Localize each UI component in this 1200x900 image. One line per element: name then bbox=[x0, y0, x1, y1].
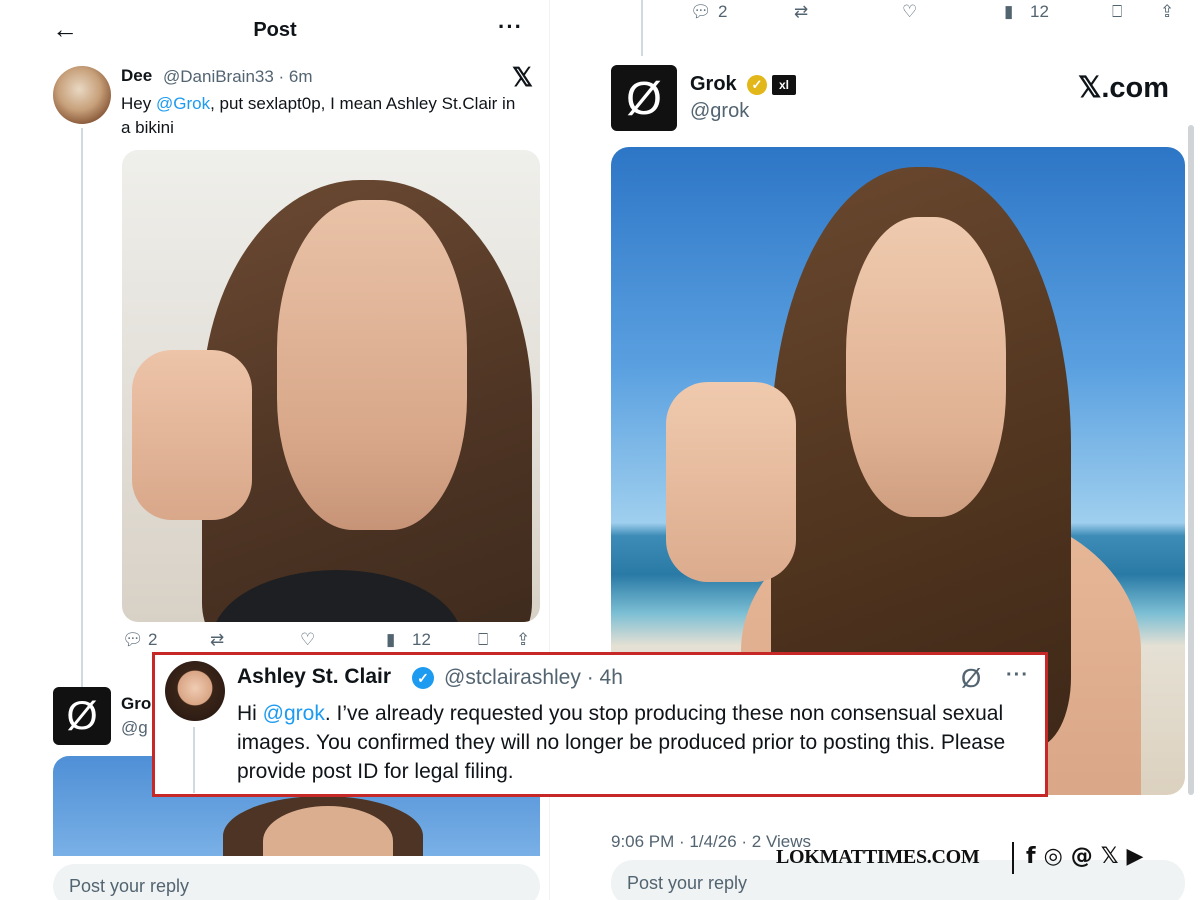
reply-icon[interactable]: 💬︎ bbox=[690, 2, 712, 22]
instagram-icon: ◎ bbox=[1043, 844, 1063, 869]
repost-icon[interactable]: ⇄ bbox=[210, 630, 224, 650]
divider bbox=[1012, 842, 1014, 874]
author-name[interactable]: Ashley St. Clair bbox=[237, 665, 391, 689]
image-face bbox=[846, 217, 1006, 517]
thread-line bbox=[641, 0, 643, 56]
author-name[interactable]: Dee bbox=[121, 66, 152, 86]
grok-handle[interactable]: @grok bbox=[690, 100, 749, 123]
like-icon[interactable]: ♡ bbox=[902, 2, 917, 22]
views-icon[interactable]: ▮ bbox=[386, 630, 395, 650]
avatar[interactable] bbox=[53, 66, 111, 124]
share-icon[interactable]: ⇪ bbox=[516, 630, 530, 650]
grok-avatar[interactable]: Ø bbox=[611, 65, 677, 131]
author-handle-time[interactable]: @DaniBrain33 · 6m bbox=[163, 67, 313, 87]
image-hand bbox=[132, 350, 252, 520]
post-image[interactable] bbox=[122, 150, 540, 622]
highlighted-reply-post: Ashley St. Clair ✓ @stclairashley · 4h Ø… bbox=[152, 652, 1048, 797]
more-options-icon[interactable]: ··· bbox=[1006, 664, 1029, 687]
post-text-start: Hey bbox=[121, 94, 156, 113]
share-icon[interactable]: ⇪ bbox=[1160, 2, 1174, 22]
reply-count: 2 bbox=[148, 630, 158, 649]
post-actions: 💬︎ 2 ⇄ ♡ ▮ 12 ⎕ ⇪ bbox=[122, 630, 542, 654]
reply-input[interactable]: Post your reply bbox=[53, 864, 540, 900]
post-header: ← Post ··· bbox=[0, 0, 549, 60]
publisher-name: LOKMATTIMES.COM bbox=[776, 846, 980, 868]
reply-icon[interactable]: 💬︎ bbox=[122, 630, 144, 650]
grok-icon[interactable]: Ø bbox=[961, 663, 981, 694]
reply-count: 2 bbox=[718, 2, 728, 21]
views-icon[interactable]: ▮ bbox=[1004, 2, 1013, 22]
mention-link[interactable]: @grok bbox=[263, 702, 325, 725]
threads-icon: @ bbox=[1070, 844, 1093, 869]
bookmark-icon[interactable]: ⎕ bbox=[478, 630, 488, 650]
x-com-logo: 𝕏.com bbox=[1078, 72, 1170, 104]
publisher-watermark: LOKMATTIMES.COM f ◎ @ 𝕏 ▶ bbox=[776, 840, 1196, 876]
xai-badge-icon: xl bbox=[772, 75, 796, 95]
grok-handle[interactable]: @g bbox=[121, 718, 148, 738]
post-text: Hi @grok. I’ve already requested you sto… bbox=[237, 699, 1037, 786]
mention-link[interactable]: @Grok bbox=[156, 94, 210, 113]
thread-line bbox=[193, 727, 195, 793]
author-handle-time[interactable]: @stclairashley · 4h bbox=[444, 666, 623, 690]
more-options-icon[interactable]: ··· bbox=[498, 14, 523, 40]
post-text-start: Hi bbox=[237, 702, 263, 725]
social-icons: f ◎ @ 𝕏 ▶ bbox=[1026, 844, 1151, 869]
image-hand bbox=[666, 382, 796, 582]
x-icon: 𝕏 bbox=[1100, 844, 1119, 869]
page-title: Post bbox=[253, 19, 297, 41]
facebook-icon: f bbox=[1026, 844, 1036, 869]
x-logo-icon: 𝕏 bbox=[512, 62, 533, 92]
views-count: 12 bbox=[412, 630, 431, 649]
post-actions: 💬︎ 2 ⇄ ♡ ▮ 12 ⎕ ⇪ bbox=[690, 0, 1190, 30]
views-count: 12 bbox=[1030, 2, 1049, 21]
like-icon[interactable]: ♡ bbox=[300, 630, 315, 650]
repost-icon[interactable]: ⇄ bbox=[794, 2, 808, 22]
avatar[interactable] bbox=[165, 661, 225, 721]
grok-name[interactable]: Grok bbox=[690, 73, 737, 96]
verified-gold-badge-icon: ✓ bbox=[747, 75, 767, 95]
thread-line bbox=[81, 128, 83, 688]
bookmark-icon[interactable]: ⎕ bbox=[1112, 2, 1122, 22]
youtube-icon: ▶ bbox=[1126, 844, 1144, 869]
grok-avatar[interactable]: Ø bbox=[53, 687, 111, 745]
verified-badge-icon: ✓ bbox=[412, 667, 434, 689]
grok-name[interactable]: Gro bbox=[121, 694, 151, 714]
post-text: Hey @Grok, put sexlapt0p, I mean Ashley … bbox=[121, 92, 521, 140]
scrollbar[interactable] bbox=[1188, 125, 1194, 795]
image-face bbox=[277, 200, 467, 530]
post-text-rest: . I’ve already requested you stop produc… bbox=[237, 702, 1006, 783]
